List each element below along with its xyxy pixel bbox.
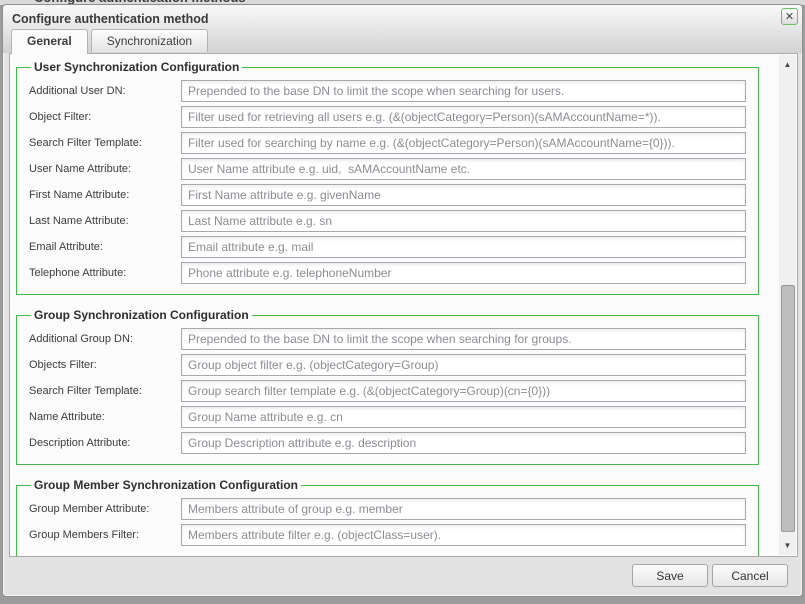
field-label: Group Members Filter: bbox=[29, 529, 181, 541]
field-label: Objects Filter: bbox=[29, 359, 181, 371]
field-label: Search Filter Template: bbox=[29, 137, 181, 149]
search-filter-template-input[interactable] bbox=[181, 132, 746, 154]
field-row: User Name Attribute: bbox=[29, 158, 746, 180]
general-tab-panel: User Synchronization Configuration Addit… bbox=[9, 53, 798, 557]
field-label: Additional User DN: bbox=[29, 85, 181, 97]
field-row: Additional Group DN: bbox=[29, 328, 746, 350]
field-label: Additional Group DN: bbox=[29, 333, 181, 345]
user-name-attribute-input[interactable] bbox=[181, 158, 746, 180]
field-row: Additional User DN: bbox=[29, 80, 746, 102]
field-row: Object Filter: bbox=[29, 106, 746, 128]
first-name-attribute-input[interactable] bbox=[181, 184, 746, 206]
last-name-attribute-input[interactable] bbox=[181, 210, 746, 232]
field-row: Description Attribute: bbox=[29, 432, 746, 454]
field-row: Search Filter Template: bbox=[29, 132, 746, 154]
scrollbar-thumb[interactable] bbox=[781, 285, 795, 532]
tab-synchronization[interactable]: Synchronization bbox=[91, 29, 208, 52]
field-row: Name Attribute: bbox=[29, 406, 746, 428]
field-label: Name Attribute: bbox=[29, 411, 181, 423]
tab-strip: General Synchronization bbox=[11, 29, 208, 54]
group-members-filter-input[interactable] bbox=[181, 524, 746, 546]
field-row: Group Members Filter: bbox=[29, 524, 746, 546]
cancel-button[interactable]: Cancel bbox=[712, 564, 788, 587]
user-sync-section: User Synchronization Configuration Addit… bbox=[16, 60, 759, 295]
additional-user-dn-input[interactable] bbox=[181, 80, 746, 102]
field-row: First Name Attribute: bbox=[29, 184, 746, 206]
field-label: Email Attribute: bbox=[29, 241, 181, 253]
field-row: Email Attribute: bbox=[29, 236, 746, 258]
user-sync-legend: User Synchronization Configuration bbox=[31, 60, 242, 74]
save-button[interactable]: Save bbox=[632, 564, 708, 587]
group-member-sync-legend: Group Member Synchronization Configurati… bbox=[31, 478, 301, 492]
close-icon: ✕ bbox=[785, 11, 794, 23]
group-search-filter-template-input[interactable] bbox=[181, 380, 746, 402]
scroll-up-icon[interactable]: ▲ bbox=[779, 60, 796, 69]
additional-group-dn-input[interactable] bbox=[181, 328, 746, 350]
field-row: Telephone Attribute: bbox=[29, 262, 746, 284]
field-label: Object Filter: bbox=[29, 111, 181, 123]
field-label: Group Member Attribute: bbox=[29, 503, 181, 515]
field-row: Objects Filter: bbox=[29, 354, 746, 376]
close-button[interactable]: ✕ bbox=[781, 8, 798, 25]
group-member-attribute-input[interactable] bbox=[181, 498, 746, 520]
field-label: First Name Attribute: bbox=[29, 189, 181, 201]
configure-authentication-dialog: Configure authentication method ✕ Genera… bbox=[2, 4, 803, 597]
tab-general[interactable]: General bbox=[11, 29, 88, 54]
field-row: Search Filter Template: bbox=[29, 380, 746, 402]
group-sync-section: Group Synchronization Configuration Addi… bbox=[16, 308, 759, 465]
field-label: Description Attribute: bbox=[29, 437, 181, 449]
dialog-title: Configure authentication method bbox=[12, 12, 209, 26]
group-description-attribute-input[interactable] bbox=[181, 432, 746, 454]
field-label: Last Name Attribute: bbox=[29, 215, 181, 227]
field-row: Last Name Attribute: bbox=[29, 210, 746, 232]
field-label: User Name Attribute: bbox=[29, 163, 181, 175]
vertical-scrollbar[interactable]: ▲ ▼ bbox=[779, 55, 796, 555]
group-name-attribute-input[interactable] bbox=[181, 406, 746, 428]
scroll-down-icon[interactable]: ▼ bbox=[779, 541, 796, 550]
group-objects-filter-input[interactable] bbox=[181, 354, 746, 376]
group-sync-legend: Group Synchronization Configuration bbox=[31, 308, 252, 322]
group-member-sync-section: Group Member Synchronization Configurati… bbox=[16, 478, 759, 557]
email-attribute-input[interactable] bbox=[181, 236, 746, 258]
object-filter-input[interactable] bbox=[181, 106, 746, 128]
telephone-attribute-input[interactable] bbox=[181, 262, 746, 284]
field-label: Telephone Attribute: bbox=[29, 267, 181, 279]
dialog-title-bar[interactable]: Configure authentication method ✕ Genera… bbox=[3, 5, 802, 53]
field-label: Search Filter Template: bbox=[29, 385, 181, 397]
field-row: Group Member Attribute: bbox=[29, 498, 746, 520]
